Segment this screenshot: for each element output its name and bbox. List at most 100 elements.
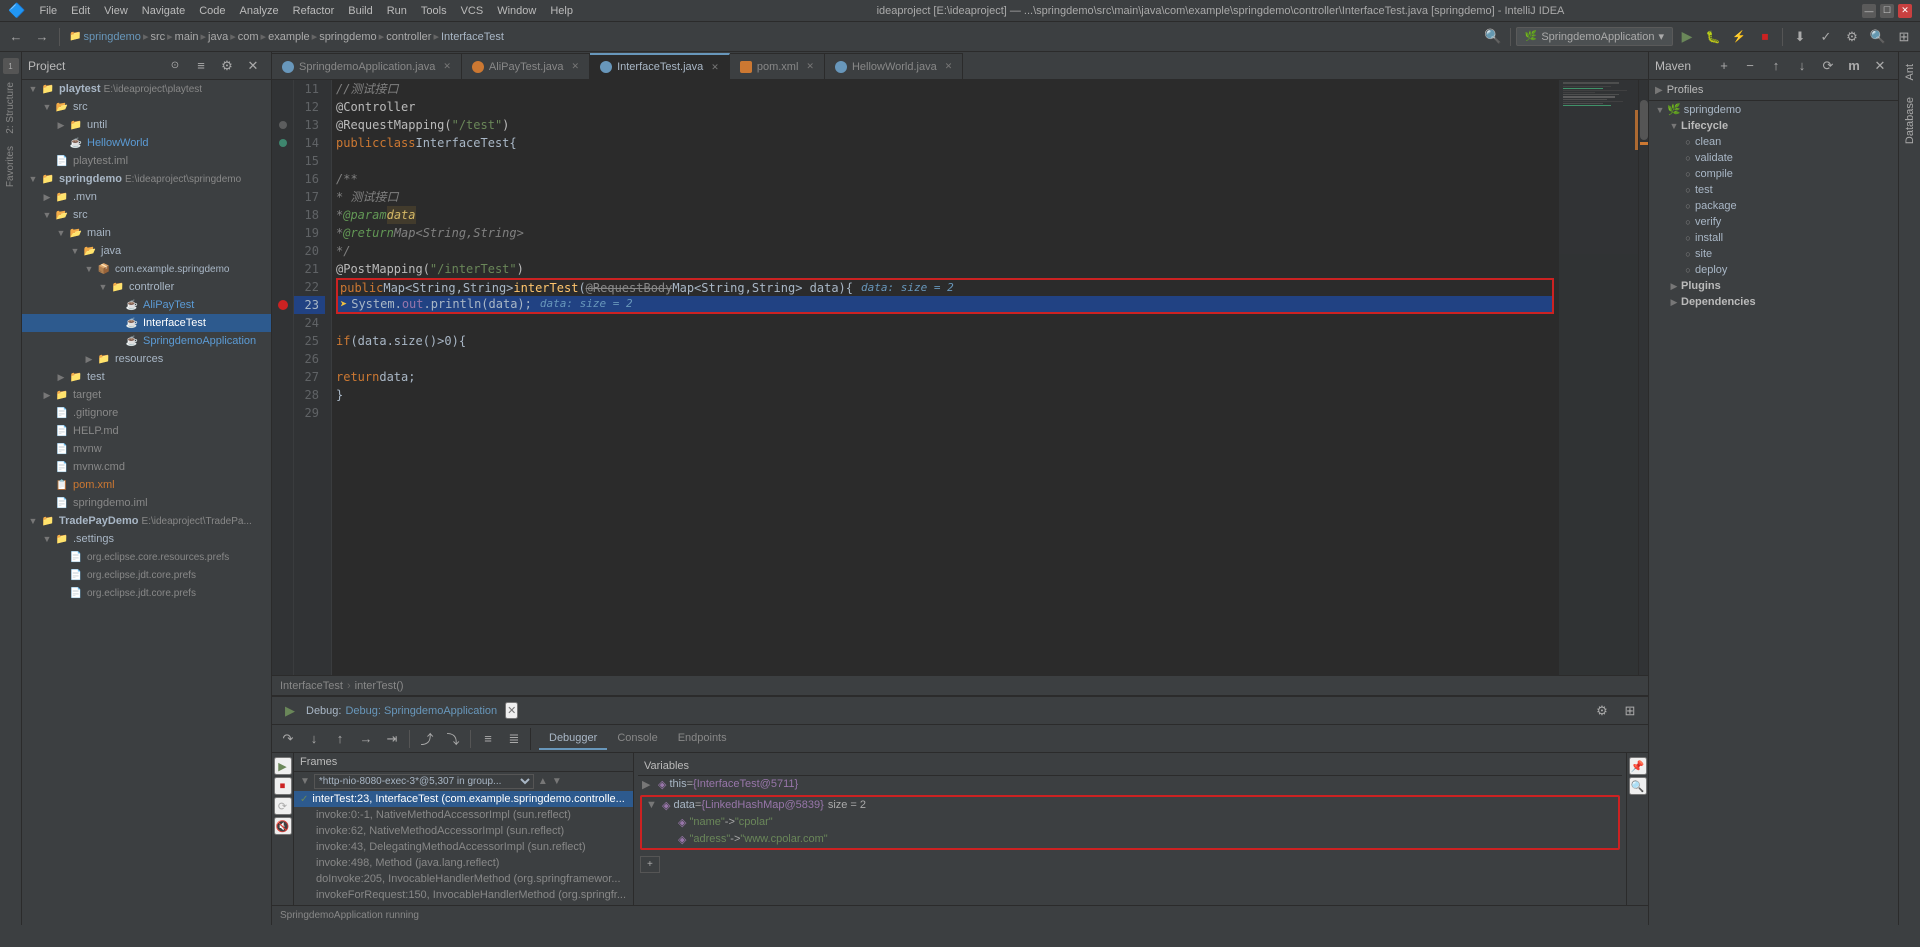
bc-example[interactable]: example: [268, 31, 310, 43]
run-with-coverage[interactable]: ⚡: [1727, 26, 1751, 48]
bc-java[interactable]: java: [208, 31, 228, 43]
tab-debugger[interactable]: Debugger: [539, 728, 607, 750]
favorites-tab[interactable]: Favorites: [3, 142, 18, 191]
tree-item-playtest-iml[interactable]: 📄 playtest.iml: [22, 152, 271, 170]
tree-item-until[interactable]: ▶ 📁 until: [22, 116, 271, 134]
menu-window[interactable]: Window: [491, 3, 542, 19]
close-tab-hellow[interactable]: ✕: [945, 61, 953, 72]
toolbar-search2[interactable]: 🔍: [1866, 26, 1890, 48]
tree-item-springdemo[interactable]: ▼ 📁 springdemo E:\ideaproject\springdemo: [22, 170, 271, 188]
maven-remove-btn[interactable]: −: [1738, 55, 1762, 77]
tree-item-pomxml[interactable]: 📋 pom.xml: [22, 476, 271, 494]
debug-app-name[interactable]: Debug: SpringdemoApplication: [345, 705, 497, 717]
maven-add-btn[interactable]: +: [1712, 55, 1736, 77]
frame-thread[interactable]: ▼ *http-nio-8080-exec-3*@5,307 in group.…: [294, 772, 633, 791]
tree-item-tradepay[interactable]: ▼ 📁 TradePayDemo E:\ideaproject\TradePa.…: [22, 512, 271, 530]
close-button[interactable]: ✕: [1898, 4, 1912, 18]
maximize-button[interactable]: ☐: [1880, 4, 1894, 18]
maven-item-springdemo[interactable]: ▼ 🌿 springdemo: [1649, 101, 1898, 118]
close-tab-pom[interactable]: ✕: [806, 61, 814, 72]
debug-step-out[interactable]: ↑: [328, 728, 352, 750]
expand-this[interactable]: ▶: [642, 778, 658, 791]
menu-build[interactable]: Build: [342, 3, 378, 19]
maven-item-deploy[interactable]: ○ deploy: [1649, 262, 1898, 278]
debug-filter-btn[interactable]: 🔍: [1629, 777, 1647, 795]
project-panel-toggle[interactable]: 1: [3, 58, 19, 74]
toolbar-back[interactable]: ←: [4, 26, 28, 48]
maven-down-btn[interactable]: ↓: [1790, 55, 1814, 77]
menu-code[interactable]: Code: [193, 3, 231, 19]
add-watch-btn[interactable]: +: [640, 856, 660, 873]
tree-item-src[interactable]: ▼ 📂 src: [22, 98, 271, 116]
menu-edit[interactable]: Edit: [65, 3, 96, 19]
bc-springdemo2[interactable]: springdemo: [319, 31, 376, 43]
tab-interfacetest[interactable]: InterfaceTest.java ✕: [590, 53, 730, 79]
tree-item-alipaytest[interactable]: ☕ AliPayTest: [22, 296, 271, 314]
tree-item-mvn[interactable]: ▶ 📁 .mvn: [22, 188, 271, 206]
bc-controller[interactable]: controller: [386, 31, 431, 43]
frame-item-1[interactable]: invoke:0:-1, NativeMethodAccessorImpl (s…: [294, 807, 633, 823]
debug-expand-btn[interactable]: ⊞: [1618, 700, 1642, 722]
menu-vcs[interactable]: VCS: [455, 3, 490, 19]
toolbar-terminal[interactable]: ⊞: [1892, 26, 1916, 48]
menu-analyze[interactable]: Analyze: [234, 3, 285, 19]
debug-restore-frame[interactable]: ⤵: [441, 728, 465, 750]
close-tab-springdemo[interactable]: ✕: [443, 61, 451, 72]
maven-close-btn[interactable]: ✕: [1868, 55, 1892, 77]
var-item-data[interactable]: ▼ ◈ data = {LinkedHashMap@5839} size = 2: [642, 797, 1618, 814]
code-content[interactable]: //测试接口 @Controller @RequestMapping("/tes…: [332, 80, 1558, 675]
close-tab-alipay[interactable]: ✕: [572, 61, 580, 72]
maven-item-lifecycle[interactable]: ▼ Lifecycle: [1649, 118, 1898, 134]
tree-item-settings[interactable]: ▼ 📁 .settings: [22, 530, 271, 548]
toolbar-settings[interactable]: ⚙: [1840, 26, 1864, 48]
tree-item-interfacetest[interactable]: ☕ InterfaceTest: [22, 314, 271, 332]
bc-src[interactable]: src: [150, 31, 165, 43]
tree-item-resources[interactable]: ▶ 📁 resources: [22, 350, 271, 368]
vcs-commit[interactable]: ✓: [1814, 26, 1838, 48]
tree-item-controller[interactable]: ▼ 📁 controller: [22, 278, 271, 296]
maven-item-clean[interactable]: ○ clean: [1649, 134, 1898, 150]
close-debug-btn[interactable]: ✕: [505, 702, 518, 719]
frame-item-6[interactable]: invokeForRequest:150, InvocableHandlerMe…: [294, 887, 633, 903]
debug-stop-icon[interactable]: ⏹: [274, 777, 292, 795]
tree-item-playtest[interactable]: ▼ 📁 playtest E:\ideaproject\playtest: [22, 80, 271, 98]
project-cog-btn[interactable]: ≡: [189, 55, 213, 77]
frame-item-3[interactable]: invoke:43, DelegatingMethodAccessorImpl …: [294, 839, 633, 855]
maven-up-btn[interactable]: ↑: [1764, 55, 1788, 77]
tree-item-helpmd[interactable]: 📄 HELP.md: [22, 422, 271, 440]
frame-up[interactable]: ▲: [538, 776, 548, 787]
expand-data[interactable]: ▼: [646, 799, 662, 811]
maven-item-compile[interactable]: ○ compile: [1649, 166, 1898, 182]
var-item-this[interactable]: ▶ ◈ this = {InterfaceTest@5711}: [638, 776, 1622, 793]
tab-springdemoapplication[interactable]: SpringdemoApplication.java ✕: [272, 53, 462, 79]
menu-navigate[interactable]: Navigate: [136, 3, 191, 19]
project-close-btn[interactable]: ✕: [241, 55, 265, 77]
debug-evaluate[interactable]: ⇥: [380, 728, 404, 750]
tree-item-eclipseprefs3[interactable]: 📄 org.eclipse.jdt.core.prefs: [22, 584, 271, 602]
menu-tools[interactable]: Tools: [415, 3, 453, 19]
tree-item-springdemoapplication[interactable]: ☕ SpringdemoApplication: [22, 332, 271, 350]
maven-item-verify[interactable]: ○ verify: [1649, 214, 1898, 230]
tree-item-java[interactable]: ▼ 📂 java: [22, 242, 271, 260]
menu-file[interactable]: File: [33, 3, 63, 19]
project-gear-btn[interactable]: ⚙: [215, 55, 239, 77]
menu-help[interactable]: Help: [544, 3, 579, 19]
maven-exec-btn[interactable]: m: [1842, 55, 1866, 77]
tree-item-eclipseprefs2[interactable]: 📄 org.eclipse.jdt.core.prefs: [22, 566, 271, 584]
toolbar-forward[interactable]: →: [30, 26, 54, 48]
debug-rerun-icon[interactable]: ⟳: [274, 797, 292, 815]
tab-hellowworld[interactable]: HellowWorld.java ✕: [825, 53, 963, 79]
frame-item-2[interactable]: invoke:62, NativeMethodAccessorImpl (sun…: [294, 823, 633, 839]
tree-item-mvnwcmd[interactable]: 📄 mvnw.cmd: [22, 458, 271, 476]
editor-scrollbar[interactable]: [1638, 80, 1648, 675]
maven-item-validate[interactable]: ○ validate: [1649, 150, 1898, 166]
maven-item-install[interactable]: ○ install: [1649, 230, 1898, 246]
debug-settings-btn[interactable]: ⚙: [1590, 700, 1614, 722]
stop-button[interactable]: ⏹: [1753, 26, 1777, 48]
debug-watch[interactable]: ≡: [476, 728, 500, 750]
tree-item-eclipseprefs1[interactable]: 📄 org.eclipse.core.resources.prefs: [22, 548, 271, 566]
tab-console[interactable]: Console: [607, 728, 667, 750]
frame-item-5[interactable]: doInvoke:205, InvocableHandlerMethod (or…: [294, 871, 633, 887]
tree-item-springdemoiml[interactable]: 📄 springdemo.iml: [22, 494, 271, 512]
tab-pomxml[interactable]: pom.xml ✕: [730, 53, 825, 79]
